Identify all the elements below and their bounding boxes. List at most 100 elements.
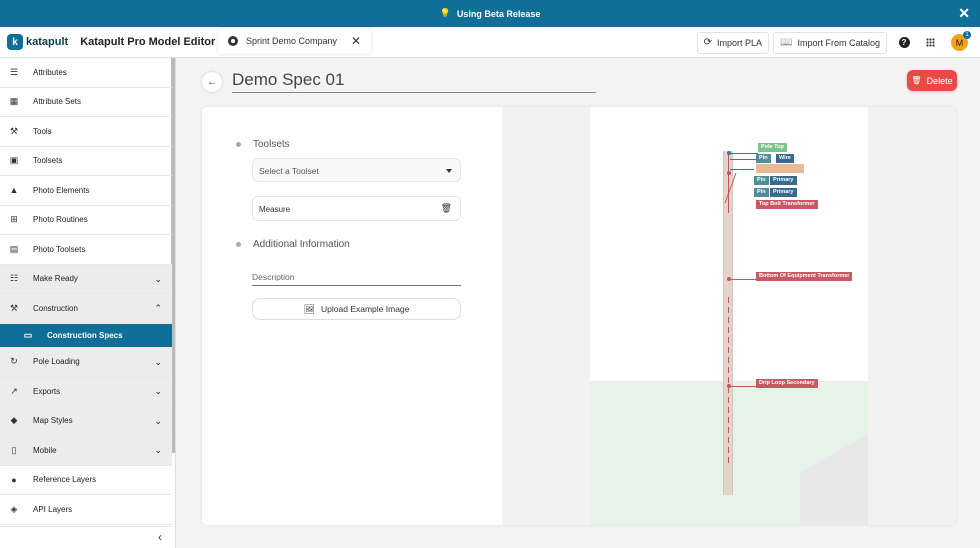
label-pole-top[interactable]: Pole Top xyxy=(758,143,787,152)
lightbulb-icon: 💡 xyxy=(439,8,451,18)
sidebar-item-make-ready[interactable]: ☷ Make Ready ⌄ xyxy=(0,264,172,294)
additional-info-heading: Additional Information xyxy=(236,239,350,250)
delete-button[interactable]: 🗑 Delete xyxy=(907,70,957,91)
label-primary[interactable]: Primary xyxy=(770,176,797,185)
delete-label: Delete xyxy=(926,75,953,86)
upload-label: Upload Example Image xyxy=(321,304,410,314)
avatar-initial: M xyxy=(955,37,964,48)
sidebar-item-label: Photo Toolsets xyxy=(33,244,86,254)
sidebar-item-exports[interactable]: ↗ Exports ⌄ xyxy=(0,377,172,407)
sidebar-item-label: Photo Routines xyxy=(33,215,88,225)
shapes-icon: ▲ xyxy=(9,185,19,196)
spec-title-input[interactable]: Demo Spec 01 xyxy=(232,70,596,93)
sidebar-item-label: Tools xyxy=(33,126,52,136)
sidebar-item-mobile[interactable]: ▯ Mobile ⌄ xyxy=(0,436,172,466)
sidebar-item-pole-loading[interactable]: ↻ Pole Loading ⌄ xyxy=(0,347,172,377)
sidebar-item-label: Attributes xyxy=(33,67,67,77)
connector-line xyxy=(731,279,757,280)
sidebar-item-tools[interactable]: ⚒ Tools xyxy=(0,117,172,147)
import-pla-button[interactable]: ⟳ Import PLA xyxy=(696,31,770,54)
label-drip-loop-secondary[interactable]: Drip Loop Secondary xyxy=(756,379,818,388)
toolset-select[interactable]: Select a Toolset xyxy=(252,158,461,182)
checklist-icon: ☷ xyxy=(9,273,19,284)
dropdown-caret-icon xyxy=(446,169,452,173)
sidebar-item-label: Mobile xyxy=(33,445,57,455)
chevron-down-icon: ⌄ xyxy=(154,386,162,396)
sidebar-item-label: Exports xyxy=(33,386,61,396)
bullet-dot xyxy=(236,242,241,247)
import-catalog-button[interactable]: 📖 Import From Catalog xyxy=(773,31,887,54)
sidebar-item-photo-toolsets[interactable]: ▤ Photo Toolsets xyxy=(0,235,172,265)
ruler-icon: ▭ xyxy=(23,329,33,340)
layers-icon: ◈ xyxy=(10,503,18,514)
collapse-sidebar-button[interactable]: ‹ xyxy=(0,526,172,548)
map-icon: ◆ xyxy=(10,415,18,426)
toolset-select-placeholder: Select a Toolset xyxy=(259,166,319,176)
pole-dashed-line xyxy=(728,297,729,467)
trending-icon: ↗ xyxy=(10,385,18,396)
upload-example-image-button[interactable]: 🖼 Upload Example Image xyxy=(252,298,461,320)
label-wire[interactable]: Wire xyxy=(776,154,794,163)
toolbox-icon: ▣ xyxy=(9,155,19,166)
sidebar-item-attribute-sets[interactable]: ▦ Attribute Sets xyxy=(0,88,172,117)
sidebar-item-attributes[interactable]: ☰ Attributes xyxy=(0,58,172,88)
sidebar: ☰ Attributes ▦ Attribute Sets ⚒ Tools ▣ … xyxy=(0,58,176,548)
beta-banner-text: Using Beta Release xyxy=(456,8,541,19)
app-title: Katapult Pro Model Editor xyxy=(80,36,216,48)
app-bar: k katapult Katapult Pro Model Editor Spr… xyxy=(0,27,980,58)
phone-icon: ▯ xyxy=(11,444,17,455)
description-input[interactable]: Description xyxy=(252,272,461,286)
model-viewport[interactable]: Pole Top Pin Wire Pin Primary Pin Primar… xyxy=(590,107,868,525)
label-pin[interactable]: Pin xyxy=(754,176,769,185)
back-button[interactable]: ← xyxy=(202,72,222,92)
help-button[interactable]: ? xyxy=(895,34,913,52)
import-pla-label: Import PLA xyxy=(716,37,763,48)
apps-grid-icon xyxy=(925,38,935,47)
label-pin[interactable]: Pin xyxy=(756,154,771,163)
label-top-bolt-transformer[interactable]: Top Bolt Transformer xyxy=(756,200,818,209)
3d-rotation-icon: ↻ xyxy=(10,356,18,367)
pole-model-viewer[interactable]: Pole Top Pin Wire Pin Primary Pin Primar… xyxy=(502,107,956,525)
sidebar-item-construction[interactable]: ⚒ Construction ⌃ xyxy=(0,294,172,324)
tools-icon: ⚒ xyxy=(9,125,19,136)
sidebar-item-reference-layers[interactable]: ● Reference Layers xyxy=(0,466,172,495)
sidebar-item-label: Construction xyxy=(33,303,78,313)
add-box-icon: ⊞ xyxy=(10,214,18,225)
chevron-down-icon: ⌄ xyxy=(154,415,162,426)
sidebar-item-label: API Layers xyxy=(33,504,73,514)
remove-toolset-icon[interactable]: 🗑 xyxy=(441,203,452,214)
sidebar-item-map-styles[interactable]: ◆ Map Styles ⌄ xyxy=(0,406,172,436)
label-primary[interactable]: Primary xyxy=(770,188,797,197)
image-upload-icon: 🖼 xyxy=(303,303,316,314)
sidebar-item-toolsets[interactable]: ▣ Toolsets xyxy=(0,147,172,176)
connector-line xyxy=(731,386,757,387)
company-selector[interactable]: Sprint Demo Company ✕ xyxy=(218,28,372,54)
photo-library-icon: ▤ xyxy=(9,243,19,254)
label-pin[interactable]: Pin xyxy=(754,188,769,197)
clear-company-icon[interactable]: ✕ xyxy=(351,34,361,48)
arrow-left-icon: ← xyxy=(207,76,217,88)
company-globe-icon xyxy=(228,36,238,46)
bullet-dot xyxy=(236,142,241,147)
chevron-left-icon: ‹ xyxy=(158,530,162,544)
trash-icon: 🗑 xyxy=(911,76,922,85)
toolset-chip: Measure 🗑 xyxy=(252,196,461,221)
label-bottom-equipment-transformer[interactable]: Bottom Of Equipment Transformer xyxy=(756,272,853,281)
sidebar-item-label: Attribute Sets xyxy=(33,97,82,107)
company-name: Sprint Demo Company xyxy=(246,36,338,46)
avatar[interactable]: M 1 xyxy=(951,31,971,51)
katapult-logo-icon: k xyxy=(7,34,23,50)
katapult-logo[interactable]: k katapult xyxy=(7,34,68,50)
additional-info-heading-text: Additional Information xyxy=(253,239,350,250)
list-icon: ☰ xyxy=(9,66,19,77)
sidebar-item-label: Reference Layers xyxy=(33,475,97,485)
sidebar-item-photo-routines[interactable]: ⊞ Photo Routines xyxy=(0,206,172,235)
apps-button[interactable] xyxy=(921,34,939,52)
sync-icon: ⟳ xyxy=(703,37,712,48)
sidebar-item-construction-specs[interactable]: ▭ Construction Specs xyxy=(0,323,172,348)
chevron-down-icon: ⌄ xyxy=(154,273,162,284)
sidebar-item-api-layers[interactable]: ◈ API Layers xyxy=(0,495,172,525)
sidebar-item-photo-elements[interactable]: ▲ Photo Elements xyxy=(0,176,172,206)
close-banner-icon[interactable]: ✕ xyxy=(958,5,970,21)
construction-icon: ⚒ xyxy=(9,302,19,313)
